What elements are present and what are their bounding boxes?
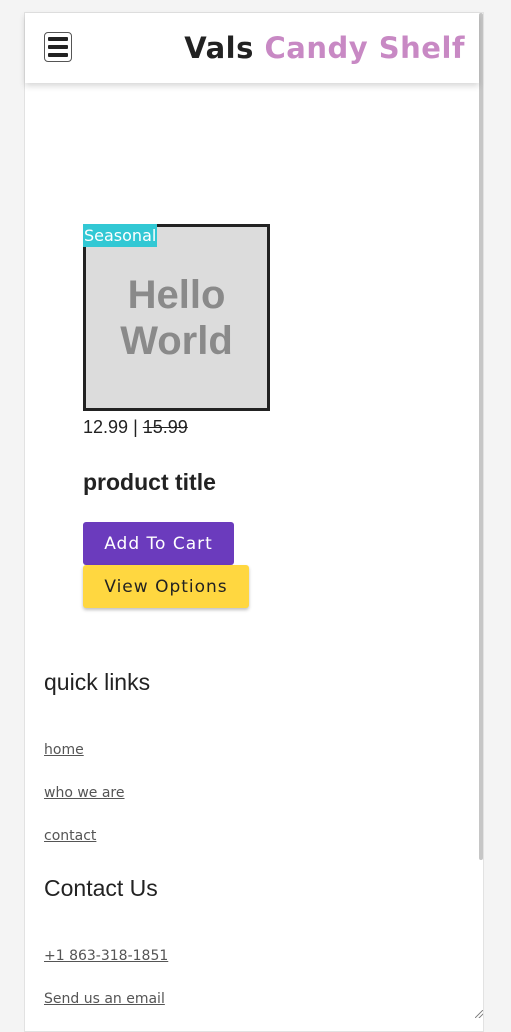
seasonal-badge: Seasonal [83, 224, 158, 247]
menu-bar [48, 45, 68, 49]
brand-name-part2: Candy Shelf [264, 31, 465, 65]
footer-link-contact[interactable]: contact [44, 828, 96, 844]
brand-name-part1: Vals [184, 31, 254, 65]
view-options-button[interactable]: View Options [83, 565, 249, 608]
product-image[interactable]: Hello World [83, 224, 270, 411]
price-current: 12.99 [83, 417, 129, 437]
contact-us-heading: Contact Us [44, 875, 158, 901]
image-text-line1: Hello [127, 272, 226, 317]
site-brand[interactable]: Vals Candy Shelf [184, 31, 465, 65]
quick-links-heading: quick links [44, 669, 151, 695]
menu-bar [48, 53, 68, 57]
price-original: 15.99 [142, 417, 188, 437]
hamburger-menu-icon[interactable] [44, 32, 72, 62]
resize-grip-icon[interactable] [475, 1010, 483, 1018]
image-text-line2: World [120, 318, 233, 363]
product-price: 12.99 | 15.99 [83, 417, 188, 438]
scrollbar[interactable] [479, 13, 483, 860]
product-title: product title [83, 469, 216, 495]
footer-link-who-we-are[interactable]: who we are [44, 785, 125, 801]
email-link[interactable]: Send us an email [44, 991, 165, 1007]
price-separator: | [133, 417, 138, 437]
phone-link[interactable]: +1 863-318-1851 [44, 948, 168, 964]
menu-bar [48, 37, 68, 41]
footer-link-home[interactable]: home [44, 742, 84, 758]
add-to-cart-button[interactable]: Add To Cart [83, 522, 234, 565]
site-header: Vals Candy Shelf [25, 13, 479, 83]
image-placeholder-text: Hello World [120, 272, 233, 364]
